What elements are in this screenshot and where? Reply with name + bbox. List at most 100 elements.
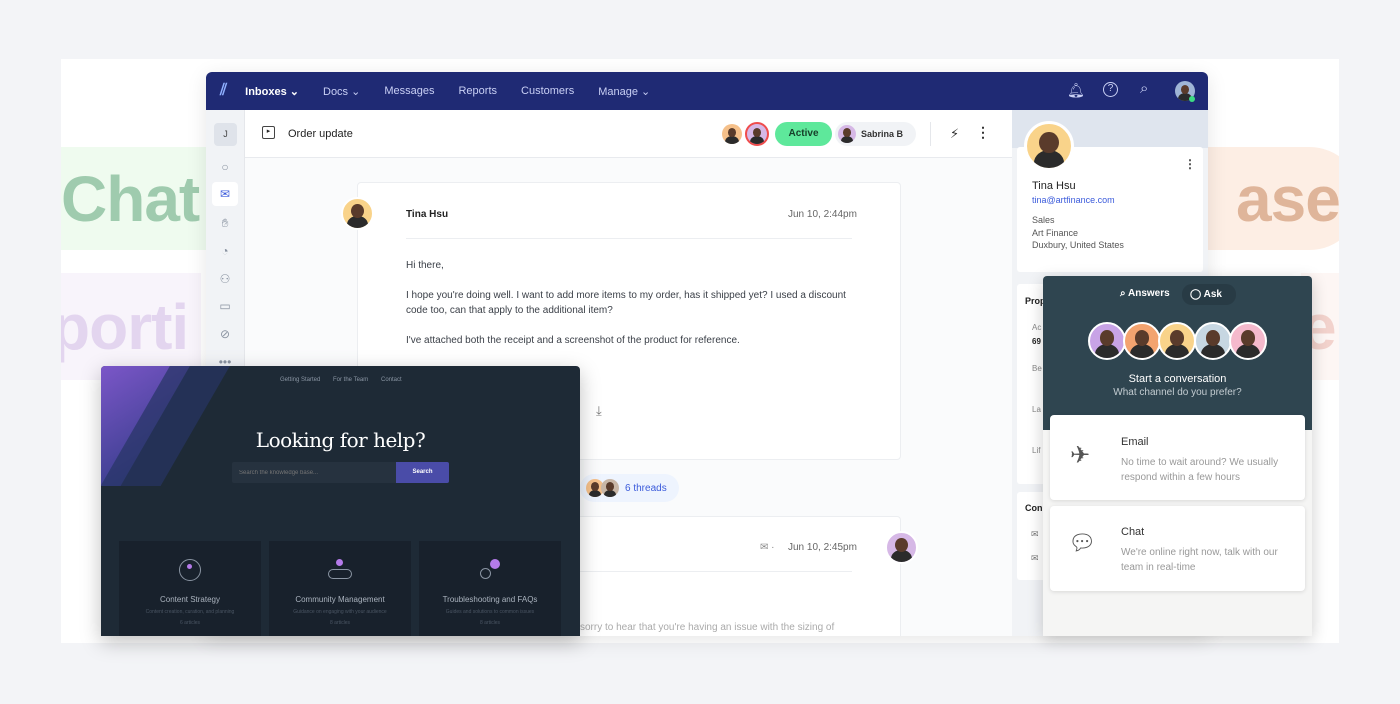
chat-option[interactable]: 💬︎ Chat We're online right now, talk wit…	[1050, 506, 1305, 591]
participant-avatar-viewing	[745, 122, 769, 146]
option-desc: We're online right now, talk with our te…	[1121, 547, 1278, 573]
bg-word-chat: Chat	[61, 147, 211, 250]
category-desc: Guides and solutions to common issues	[445, 609, 535, 615]
page-title: Order update	[288, 128, 353, 140]
nav-customers[interactable]: Customers	[521, 85, 574, 97]
help-title: Looking for help?	[255, 428, 426, 452]
knowledge-base-search-input[interactable]	[232, 462, 396, 483]
search-button[interactable]: Search	[396, 462, 449, 483]
divider	[406, 238, 852, 239]
mail-icon: ✉	[1031, 553, 1039, 563]
property-label: Lif	[1032, 446, 1041, 455]
category-title: Troubleshooting and FAQs	[442, 595, 538, 604]
property-label: La	[1032, 405, 1041, 414]
team-avatar	[1158, 322, 1196, 360]
email-channel-icon: ✉ ·	[760, 542, 775, 553]
user-icon[interactable]: ⚇	[212, 267, 238, 291]
category-count: 8 articles	[479, 620, 500, 626]
customer-name: Tina Hsu	[1032, 180, 1076, 192]
message-paragraph: I hope you're doing well. I want to add …	[406, 290, 846, 316]
conversations-heading: Con	[1025, 503, 1043, 513]
team-avatar	[1088, 322, 1126, 360]
property-label: Ac	[1032, 323, 1042, 332]
option-desc: No time to wait around? We usually respo…	[1121, 457, 1279, 483]
tab-ask[interactable]: ◯ Ask	[1182, 284, 1236, 305]
bell-icon[interactable]: 🔔︎	[1067, 82, 1085, 99]
help-nav-contact[interactable]: Contact	[381, 377, 402, 383]
logo-icon: ⫽	[220, 82, 228, 99]
option-title: Email	[1121, 436, 1149, 448]
help-nav-for-the-team[interactable]: For the Team	[333, 377, 368, 383]
team-avatar	[1194, 322, 1232, 360]
speech-bubble-icon: ◯	[1190, 289, 1202, 300]
reply-snippet: sorry to hear that you're having an issu…	[580, 622, 835, 633]
online-dot	[1189, 96, 1195, 102]
property-label: Be	[1032, 364, 1042, 373]
download-icon[interactable]: ⤓	[596, 403, 602, 419]
divider	[930, 122, 931, 146]
workspace-avatar[interactable]: J	[214, 123, 237, 146]
agent-avatar	[885, 531, 918, 564]
nav-reports[interactable]: Reports	[458, 85, 497, 97]
category-card[interactable]: Community Management Guidance on engagin…	[269, 541, 411, 636]
bg-word-reporting: porti	[61, 273, 201, 380]
category-count: 6 articles	[179, 620, 200, 626]
community-icon	[328, 559, 352, 581]
target-icon	[179, 559, 201, 581]
hand-icon[interactable]: ✋︎	[212, 211, 238, 235]
inbox-icon[interactable]: ✉	[212, 182, 238, 206]
thread-avatar	[601, 479, 619, 497]
team-avatar	[1123, 322, 1161, 360]
assignee-avatar	[838, 125, 856, 143]
widget-title: Start a conversation	[1128, 373, 1227, 385]
chart-icon[interactable]: ◔	[212, 239, 238, 263]
category-card[interactable]: Content Strategy Content creation, curat…	[119, 541, 261, 636]
message-time: Jun 10, 2:44pm	[788, 209, 857, 220]
option-title: Chat	[1121, 526, 1145, 538]
blocked-icon[interactable]: ⊘	[212, 322, 238, 346]
nav-manage[interactable]: Manage ⌄	[598, 85, 650, 98]
author-avatar	[341, 197, 374, 230]
email-option[interactable]: ✈︎ Email No time to wait around? We usua…	[1050, 415, 1305, 500]
widget-subtitle: What channel do you prefer?	[1113, 387, 1242, 398]
category-desc: Guidance on engaging with your audience	[293, 609, 387, 615]
chat-icon[interactable]: ○	[212, 155, 238, 179]
nav-docs[interactable]: Docs ⌄	[323, 85, 360, 98]
lightning-icon[interactable]: ⚡︎	[950, 126, 959, 142]
category-desc: Content creation, curation, and planning	[145, 609, 235, 615]
paper-plane-icon: ✈︎	[1070, 442, 1091, 469]
customer-role: Sales	[1032, 215, 1055, 225]
chat-bubbles-icon: 💬︎	[1068, 530, 1096, 555]
customer-email[interactable]: tina@artfinance.com	[1032, 195, 1115, 205]
category-card[interactable]: Troubleshooting and FAQs Guides and solu…	[419, 541, 561, 636]
category-title: Content Strategy	[159, 595, 221, 604]
nav-inboxes[interactable]: Inboxes ⌄	[245, 85, 299, 98]
participant-avatar	[722, 124, 742, 144]
customer-company: Art Finance	[1032, 228, 1079, 238]
help-icon[interactable]: ?	[1103, 82, 1118, 97]
status-badge[interactable]: Active	[775, 122, 832, 146]
mail-icon: ✉	[1031, 529, 1039, 539]
more-options-icon[interactable]: ⋮	[976, 124, 990, 141]
message-author: Tina Hsu	[406, 209, 449, 220]
message-paragraph: I've attached both the receipt and a scr…	[406, 335, 740, 346]
troubleshooting-icon	[478, 559, 502, 581]
panel-toggle-icon[interactable]: ▸	[262, 126, 275, 139]
tab-answers[interactable]: ⌕ Answers	[1120, 288, 1170, 299]
archive-icon[interactable]: ▭	[212, 294, 238, 318]
message-greeting: Hi there,	[406, 260, 444, 271]
category-count: 8 articles	[329, 620, 350, 626]
top-nav: ⫽ Inboxes ⌄ Docs ⌄ Messages Reports Cust…	[206, 72, 1208, 110]
property-value: 69	[1032, 337, 1041, 346]
help-nav-getting-started[interactable]: Getting Started	[280, 377, 320, 383]
threads-count: 6 threads	[625, 483, 667, 494]
category-title: Community Management	[295, 595, 385, 604]
assignee-name: Sabrina B	[861, 129, 904, 139]
nav-messages[interactable]: Messages	[384, 85, 434, 97]
search-icon[interactable]: ⌕	[1140, 80, 1148, 97]
customer-location: Duxbury, United States	[1032, 240, 1124, 250]
profile-menu-icon[interactable]: ⋮	[1184, 157, 1196, 171]
reply-time: Jun 10, 2:45pm	[788, 542, 857, 553]
team-avatar	[1229, 322, 1267, 360]
customer-avatar	[1024, 121, 1074, 171]
